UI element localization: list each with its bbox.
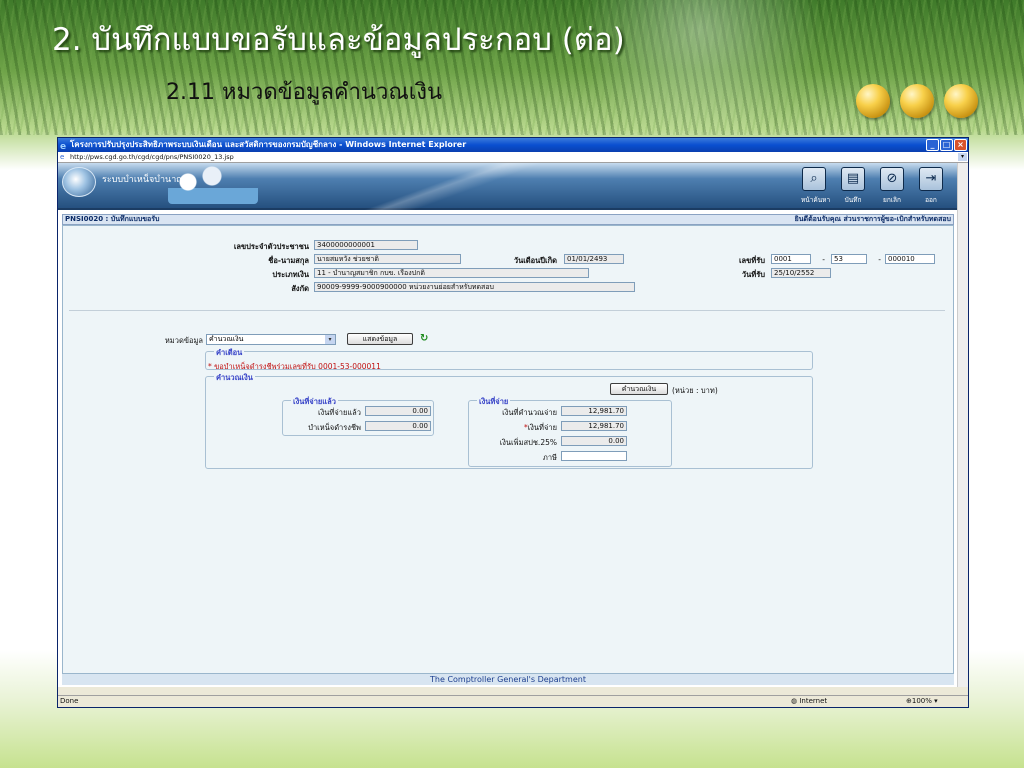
page-code: PNSI0020 : บันทึกแบบขอรับ	[65, 215, 160, 223]
minimize-button[interactable]: _	[926, 139, 939, 151]
pay-label: *เงินที่จ่าย	[473, 422, 557, 434]
pension-type-field[interactable]: 11 - บำนาญสมาชิก กบข. เรื่องปกติ	[314, 268, 589, 278]
receipt-no-label: เลขที่รับ	[738, 256, 765, 265]
calc-pay-label: เงินที่คำนวณจ่าย	[502, 408, 557, 417]
exit-label: ออก	[925, 196, 937, 204]
zone-text: Internet	[799, 697, 828, 705]
address-url[interactable]: http://pws.cgd.go.th/cgd/cgd/pns/PNSI002…	[70, 153, 234, 161]
receipt-separator: -	[878, 255, 881, 264]
pay-fieldset: เงินที่จ่าย เงินที่คำนวณจ่าย 12,981.70 *…	[468, 396, 672, 467]
receipt-separator: -	[822, 255, 825, 264]
category-selected: คำนวณเงิน	[209, 335, 244, 343]
zone-indicator: ◍ Internet	[791, 696, 827, 707]
tax-field[interactable]	[561, 451, 627, 461]
category-select[interactable]: คำนวณเงิน ▾	[206, 334, 336, 345]
ie-logo-icon: e	[60, 142, 67, 152]
save-label: บันทึก	[844, 196, 862, 204]
decorative-balls	[852, 84, 982, 120]
warning-text: ขอบำเหน็จดำรงชีพร่วมเลขที่รับ 0001-53-00…	[214, 362, 381, 371]
receipt-no-part1[interactable]: 0001	[771, 254, 811, 264]
app-footer: The Comptroller General's Department	[62, 673, 954, 685]
birthdate-label: วันเดือนปีเกิด	[513, 256, 557, 265]
gold-ball-icon	[944, 84, 978, 118]
receipt-date-field[interactable]: 25/10/2552	[771, 268, 831, 278]
close-button[interactable]: ×	[954, 139, 967, 151]
receipt-no-part3[interactable]: 000010	[885, 254, 935, 264]
pension-type-label: ประเภทเงิน	[272, 270, 309, 279]
zoom-text: 100%	[911, 697, 932, 705]
app-logo	[62, 167, 96, 197]
window-controls: _ □ ×	[926, 139, 967, 151]
divider	[69, 310, 945, 311]
gold-ball-icon	[856, 84, 890, 118]
no-entry-icon: ⊘	[880, 167, 904, 191]
cancel-button[interactable]: ⊘ ยกเลิก	[879, 167, 905, 205]
gold-ball-icon	[900, 84, 934, 118]
globe-icon: ◍	[791, 697, 798, 705]
exit-button[interactable]: ⇥ ออก	[918, 167, 944, 205]
status-text: Done	[60, 697, 79, 705]
warning-fieldset: คำเตือน * ขอบำเหน็จดำรงชีพร่วมเลขที่รับ …	[205, 347, 813, 371]
name-field[interactable]: นายสมหวัง ช่วยชาติ	[314, 254, 461, 264]
vertical-scrollbar[interactable]	[957, 163, 968, 687]
receipt-date-label: วันที่รับ	[741, 270, 765, 279]
floppy-icon: ▤	[841, 167, 865, 191]
extra-field[interactable]: 0.00	[561, 436, 627, 446]
welcome-text: ยินดีต้อนรับคุณ ส่วนราชการผู้ขอ-เบิกสำหร…	[794, 215, 951, 223]
zoom-control[interactable]: ⊕100% ▾	[906, 696, 938, 707]
pay-label-text: เงินที่จ่าย	[527, 423, 557, 432]
browser-titlebar: e โครงการปรับปรุงประสิทธิภาพระบบเงินเดือ…	[58, 138, 968, 152]
paid-fieldset: เงินที่จ่ายแล้ว เงินที่จ่ายแล้ว 0.00 บำเ…	[282, 396, 434, 436]
show-data-button[interactable]: แสดงข้อมูล	[347, 333, 413, 345]
org-label: สังกัด	[291, 284, 309, 293]
form-area: เลขประจำตัวประชาชน 3400000000001 ชื่อ-นา…	[62, 225, 954, 679]
calc-pay-field[interactable]: 12,981.70	[561, 406, 627, 416]
maximize-button[interactable]: □	[940, 139, 953, 151]
browser-title: โครงการปรับปรุงประสิทธิภาพระบบเงินเดือน …	[70, 140, 467, 149]
exit-icon: ⇥	[919, 167, 943, 191]
chevron-down-icon[interactable]: ▾	[325, 335, 335, 344]
search-page-label: หน้าค้นหา	[801, 196, 831, 204]
save-button[interactable]: ▤ บันทึก	[840, 167, 866, 205]
browser-content: ระบบบำเหน็จบำนาญ ⌕ หน้าค้นหา ▤ บันทึก ⊘ …	[58, 163, 958, 687]
category-label: หมวดข้อมูล	[164, 336, 203, 345]
id-label: เลขประจำตัวประชาชน	[233, 242, 309, 251]
search-page-button[interactable]: ⌕ หน้าค้นหา	[801, 167, 831, 205]
magnifier-icon: ⌕	[802, 167, 826, 191]
slide-subtitle: 2.11 หมวดข้อมูลคำนวณเงิน	[166, 80, 443, 105]
slide-title: 2. บันทึกแบบขอรับและข้อมูลประกอบ (ต่อ)	[52, 22, 625, 58]
unit-text: (หน่วย : บาท)	[672, 386, 718, 395]
address-dropdown-icon[interactable]: ▾	[958, 153, 967, 161]
living-pension-label: บำเหน็จดำรงชีพ	[308, 423, 361, 432]
name-label: ชื่อ-นามสกุล	[268, 256, 309, 265]
birthdate-field[interactable]: 01/01/2493	[564, 254, 624, 264]
address-bar[interactable]: e http://pws.cgd.go.th/cgd/cgd/pns/PNSI0…	[58, 152, 968, 163]
extra-label: เงินเพิ่มสปช.25%	[499, 438, 557, 447]
calc-fieldset: คำนวณเงิน คำนวณเงิน (หน่วย : บาท) เงินที…	[205, 372, 813, 469]
header-illustration	[168, 166, 258, 204]
warning-legend: คำเตือน	[214, 347, 245, 359]
paid-field[interactable]: 0.00	[365, 406, 431, 416]
status-bar: Done ◍ Internet ⊕100% ▾	[58, 695, 968, 707]
refresh-icon[interactable]: ↻	[420, 333, 428, 344]
paid-label: เงินที่จ่ายแล้ว	[318, 408, 361, 417]
calc-legend: คำนวณเงิน	[214, 372, 255, 384]
page-icon: e	[60, 153, 65, 161]
app-header: ระบบบำเหน็จบำนาญ ⌕ หน้าค้นหา ▤ บันทึก ⊘ …	[58, 163, 958, 210]
tax-label: ภาษี	[542, 453, 557, 462]
pay-field[interactable]: 12,981.70	[561, 421, 627, 431]
org-field[interactable]: 90009-9999-9000900000 หน่วยงานย่อยสำหรับ…	[314, 282, 635, 292]
living-pension-field[interactable]: 0.00	[365, 421, 431, 431]
page-info-bar: PNSI0020 : บันทึกแบบขอรับ ยินดีต้อนรับคุ…	[62, 214, 954, 225]
browser-window: e โครงการปรับปรุงประสิทธิภาพระบบเงินเดือ…	[57, 137, 969, 708]
cancel-label: ยกเลิก	[883, 196, 901, 204]
receipt-no-part2[interactable]: 53	[831, 254, 867, 264]
id-field[interactable]: 3400000000001	[314, 240, 418, 250]
calculate-button[interactable]: คำนวณเงิน	[610, 383, 668, 395]
